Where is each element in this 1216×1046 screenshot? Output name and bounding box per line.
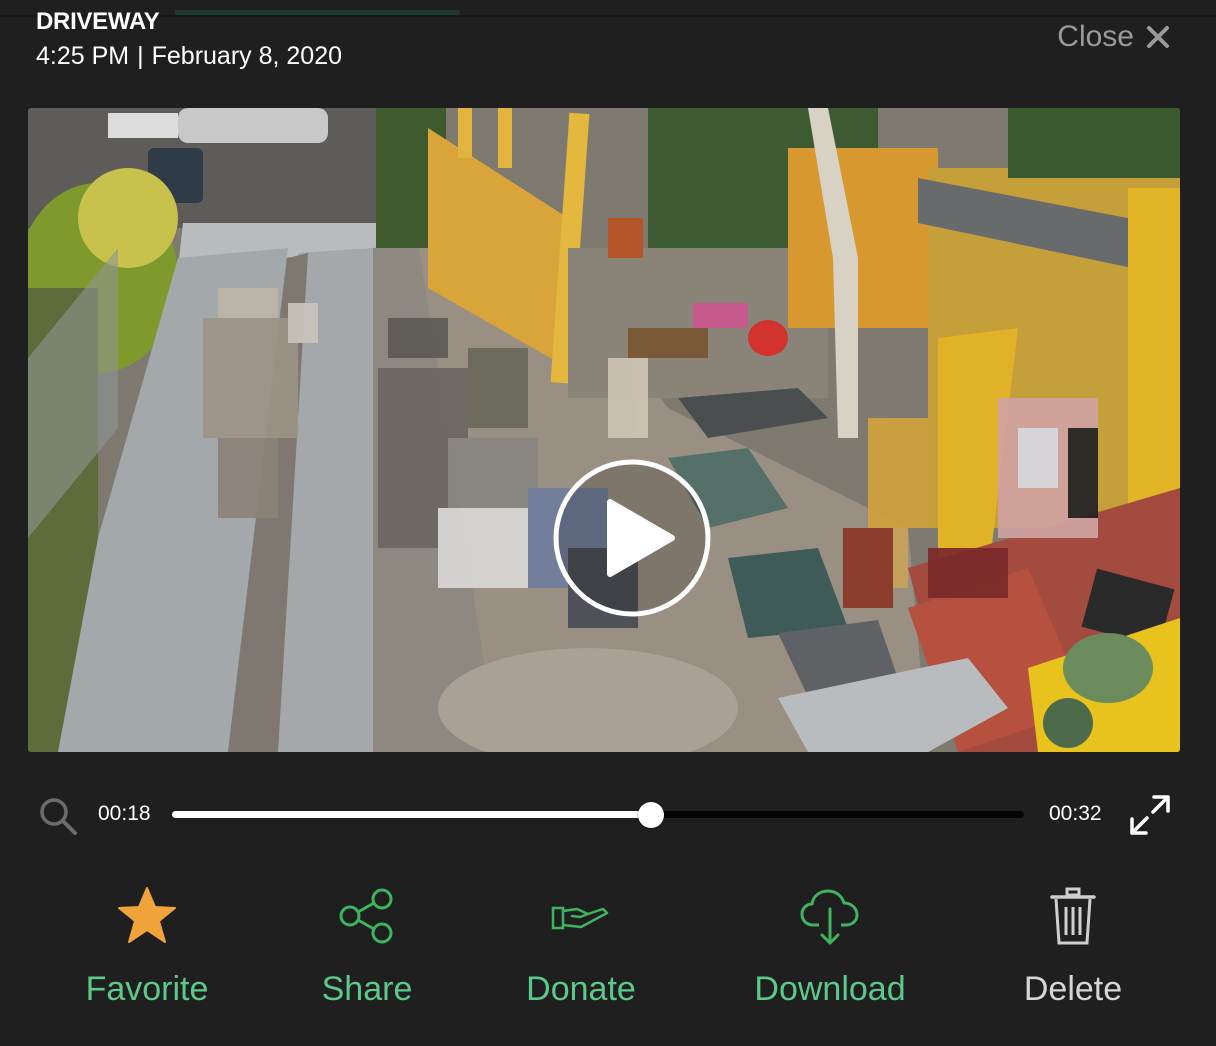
current-time: 00:18 — [98, 802, 151, 825]
clip-timestamp: 4:25 PM | February 8, 2020 — [36, 42, 342, 71]
progress-track[interactable] — [172, 802, 1024, 828]
download-button[interactable]: Download — [720, 880, 940, 1009]
close-label: Close — [1057, 20, 1134, 53]
playback-controls: 00:18 00:32 — [0, 780, 1216, 850]
download-label: Download — [754, 970, 906, 1008]
play-button[interactable] — [552, 458, 712, 618]
donate-label: Donate — [526, 970, 636, 1008]
close-button[interactable]: Close — [1057, 20, 1170, 54]
video-frame — [28, 108, 1180, 752]
background-divider — [0, 15, 1216, 17]
delete-button[interactable]: Delete — [963, 880, 1183, 1009]
camera-name: DRIVEWAY — [36, 8, 160, 35]
clip-actions: Favorite Share Donate Download Delete — [0, 880, 1216, 1030]
donate-hand-icon — [551, 906, 609, 930]
video-clip-modal: DRIVEWAY 4:25 PM | February 8, 2020 Close — [0, 0, 1216, 1046]
favorite-label: Favorite — [85, 970, 209, 1008]
background-highlight-bar — [175, 10, 460, 15]
donate-button[interactable]: Donate — [471, 880, 691, 1009]
video-player[interactable] — [28, 108, 1180, 752]
clip-time: 4:25 PM — [36, 42, 130, 70]
star-icon — [118, 887, 176, 943]
cloud-download-icon — [800, 889, 859, 945]
progress-fill — [172, 811, 652, 818]
close-icon — [1147, 26, 1169, 48]
share-label: Share — [321, 970, 413, 1008]
timestamp-separator: | — [137, 42, 144, 70]
search-icon[interactable] — [38, 796, 78, 836]
scrubber-handle[interactable] — [638, 802, 665, 828]
favorite-button[interactable]: Favorite — [37, 880, 257, 1009]
clip-date: February 8, 2020 — [151, 42, 343, 70]
share-button[interactable]: Share — [257, 880, 477, 1009]
delete-label: Delete — [1023, 970, 1123, 1008]
duration: 00:32 — [1049, 802, 1102, 825]
share-icon — [339, 888, 393, 944]
expand-icon[interactable] — [1128, 793, 1172, 837]
trash-icon — [1050, 887, 1096, 945]
